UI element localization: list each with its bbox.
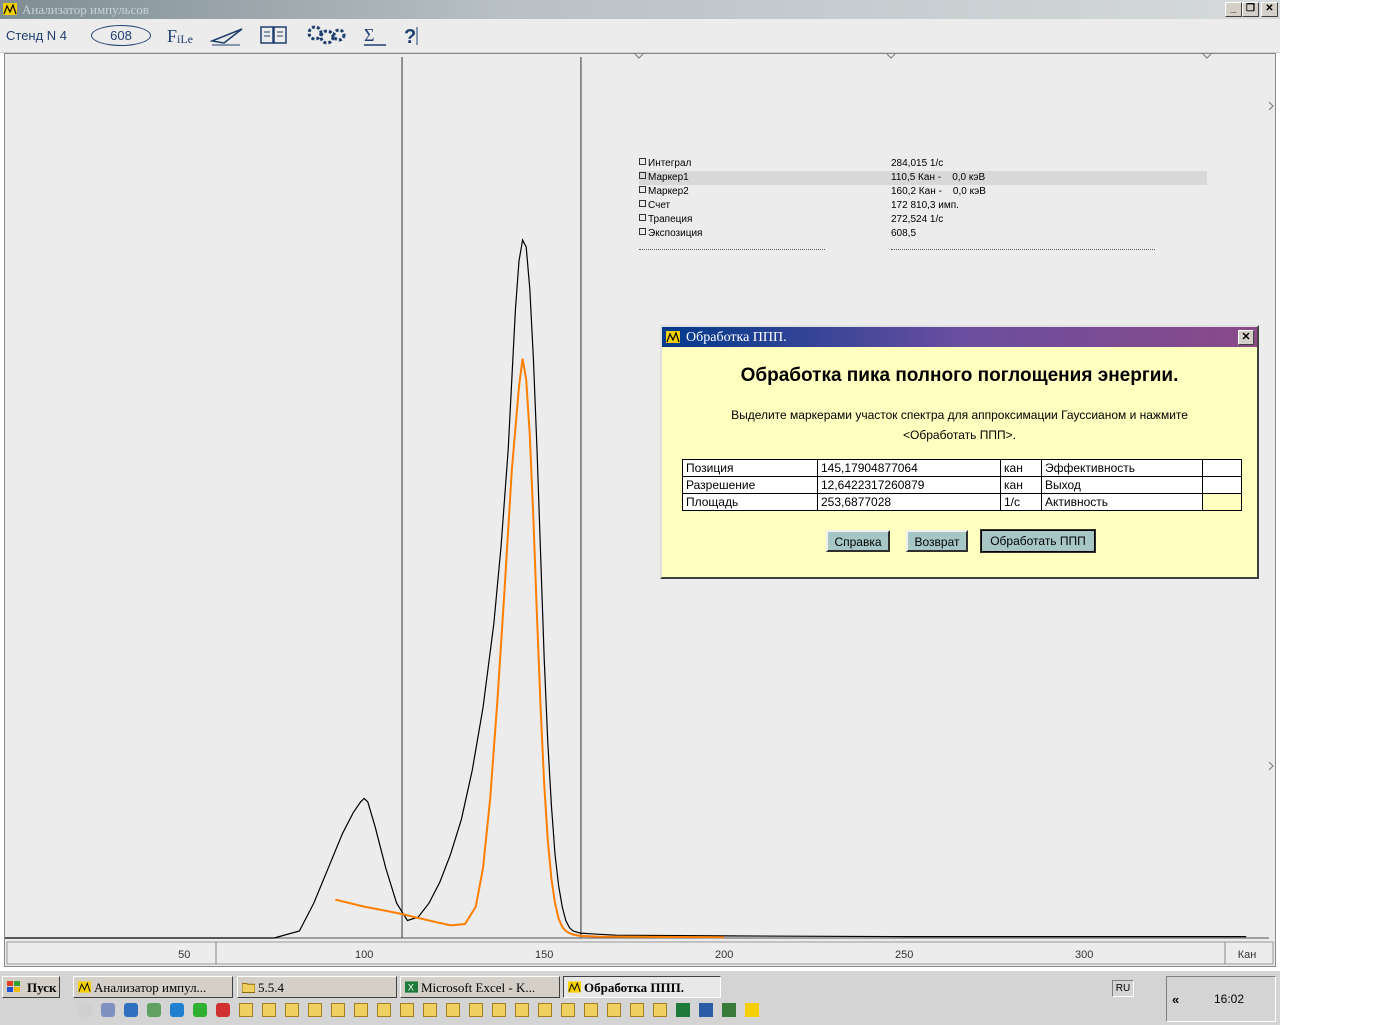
chart-icon[interactable]: [722, 1003, 736, 1017]
column-toggle-icon: [1202, 54, 1212, 59]
folder-icon[interactable]: [354, 1003, 368, 1017]
toolbar: Стенд N 4 608 FiLe Σ ?: [0, 19, 1280, 53]
word-icon[interactable]: [699, 1003, 713, 1017]
language-indicator[interactable]: RU: [1112, 980, 1134, 997]
svg-text:?: ?: [404, 26, 416, 47]
windows-logo-icon: [7, 981, 20, 992]
exposure-counter[interactable]: 608: [91, 25, 151, 46]
folder-icon[interactable]: [492, 1003, 506, 1017]
folder-icon[interactable]: [469, 1003, 483, 1017]
clock[interactable]: 16:02: [1214, 992, 1244, 1006]
folder-icon[interactable]: [285, 1003, 299, 1017]
x-tick-label: 200: [715, 949, 733, 961]
taskbar: Пуск Анализатор импул... 5.5.4 X Microso…: [0, 970, 1280, 1025]
back-button[interactable]: Возврат: [906, 530, 968, 552]
folder-icon[interactable]: [538, 1003, 552, 1017]
folder-icon[interactable]: [239, 1003, 253, 1017]
file-icon[interactable]: FiLe: [166, 23, 194, 47]
results-table: Позиция 145,17904877064 кан Эффективност…: [682, 459, 1242, 511]
help-button[interactable]: Справка: [826, 530, 890, 552]
printer-icon[interactable]: [78, 1003, 92, 1017]
close-button[interactable]: ✕: [1261, 2, 1278, 17]
svg-text:F: F: [167, 26, 177, 46]
book-icon[interactable]: [259, 23, 289, 47]
stat-row-exposure[interactable]: Экспозиция 608,5: [639, 227, 1207, 241]
stat-row-trapezoid[interactable]: Трапеция 272,524 1/c: [639, 213, 1207, 227]
gears-icon[interactable]: [305, 23, 347, 47]
folder-icon[interactable]: [446, 1003, 460, 1017]
quick-launch-bar: [78, 971, 798, 1025]
folder-icon[interactable]: [400, 1003, 414, 1017]
folder-icon[interactable]: [515, 1003, 529, 1017]
title-bar[interactable]: Анализатор импульсов _ ❐ ✕: [0, 0, 1280, 19]
recycle-icon[interactable]: [147, 1003, 161, 1017]
stat-row-marker2[interactable]: Маркер2 160,2 Кан - 0,0 кэВ: [639, 185, 1207, 199]
analyzer-icon[interactable]: [745, 1003, 759, 1017]
table-row: Площадь 253,6877028 1/c Активность: [682, 493, 1242, 511]
column-toggle-icon: [886, 54, 896, 59]
table-row: Позиция 145,17904877064 кан Эффективност…: [682, 459, 1242, 477]
x-tick-label: 300: [1075, 949, 1093, 961]
help-icon[interactable]: ?: [401, 23, 425, 47]
folder-icon[interactable]: [308, 1003, 322, 1017]
svg-text:iLe: iLe: [177, 32, 193, 46]
checkbox-icon[interactable]: [639, 158, 646, 165]
folder-icon[interactable]: [607, 1003, 621, 1017]
restore-button[interactable]: ❐: [1242, 2, 1259, 17]
start-button[interactable]: Пуск: [2, 976, 60, 998]
divider: [639, 249, 825, 250]
window-title: Анализатор импульсов: [22, 2, 149, 17]
folder-icon[interactable]: [584, 1003, 598, 1017]
pdf-icon[interactable]: [216, 1003, 230, 1017]
process-ppp-button[interactable]: Обработать ППП: [980, 529, 1096, 553]
minimize-button[interactable]: _: [1225, 2, 1242, 17]
table-row: Разрешение 12,6422317260879 кан Выход: [682, 476, 1242, 494]
x-tick-label: 250: [895, 949, 913, 961]
checkbox-icon[interactable]: [639, 228, 646, 235]
stat-row-integral[interactable]: Интеграл 284,015 1/c: [639, 157, 1207, 171]
stand-label: Стенд N 4: [6, 28, 68, 43]
checkbox-icon[interactable]: [639, 172, 646, 179]
add-icon[interactable]: [193, 1003, 207, 1017]
dialog-close-button[interactable]: ✕: [1238, 330, 1254, 345]
scroll-arrow-icon: [1268, 761, 1274, 771]
stat-row-marker1[interactable]: Маркер1 110,5 Кан - 0,0 кэВ: [639, 171, 1207, 185]
checkbox-icon[interactable]: [639, 200, 646, 207]
folder-icon[interactable]: [653, 1003, 667, 1017]
checkbox-icon[interactable]: [639, 214, 646, 221]
dialog-heading: Обработка пика полного поглощения энерги…: [740, 365, 1179, 386]
dialog-instruction: Выделите маркерами участок спектра для а…: [731, 408, 1188, 442]
checkbox-icon[interactable]: [639, 186, 646, 193]
paper-plane-icon[interactable]: [210, 23, 244, 47]
dialog-title: Обработка ППП.: [686, 330, 787, 345]
ie-icon[interactable]: [170, 1003, 184, 1017]
folder-icon[interactable]: [423, 1003, 437, 1017]
analyzer-app-icon: [666, 331, 680, 343]
folder-icon[interactable]: [377, 1003, 391, 1017]
x-tick-label: 100: [355, 949, 373, 961]
x-tick-label: 50: [178, 949, 190, 961]
scroll-arrow-icon: [1268, 101, 1274, 111]
tray-expand-icon[interactable]: «: [1172, 992, 1179, 1007]
sum-icon[interactable]: Σ: [362, 23, 388, 47]
excel-icon[interactable]: [676, 1003, 690, 1017]
network-icon[interactable]: [124, 1003, 138, 1017]
dialog-title-bar[interactable]: Обработка ППП. ✕: [662, 327, 1257, 347]
analyzer-app-icon: [3, 3, 17, 15]
folder-icon[interactable]: [331, 1003, 345, 1017]
x-axis-label: Кан: [1238, 949, 1257, 961]
x-tick-label: 150: [535, 949, 553, 961]
svg-text:Σ: Σ: [364, 25, 374, 45]
stat-row-count[interactable]: Счет 172 810,3 имп.: [639, 199, 1207, 213]
ppp-dialog: Обработка ППП. ✕ Обработка пика полного …: [660, 325, 1259, 579]
column-toggle-icon: [634, 54, 644, 59]
folder-icon[interactable]: [262, 1003, 276, 1017]
folder-icon[interactable]: [630, 1003, 644, 1017]
folder-icon[interactable]: [561, 1003, 575, 1017]
disk-icon[interactable]: [101, 1003, 115, 1017]
divider: [891, 249, 1155, 250]
